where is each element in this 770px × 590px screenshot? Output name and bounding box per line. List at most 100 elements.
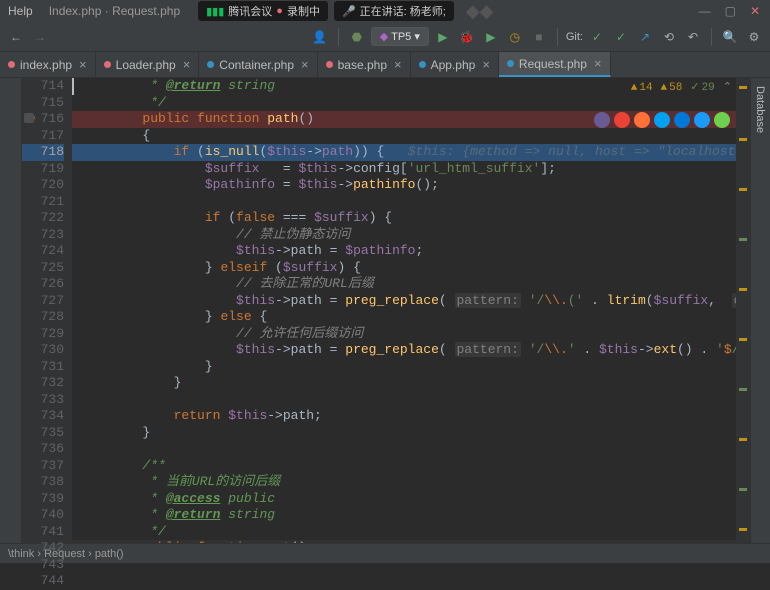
browser-icon[interactable] — [594, 112, 610, 128]
line-gutter[interactable]: 714715✎716717718719720721722723724725726… — [22, 78, 72, 543]
line-number[interactable]: 731 — [22, 359, 64, 376]
stripe-mark[interactable] — [739, 488, 747, 491]
stripe-mark[interactable] — [739, 528, 747, 531]
close-icon[interactable]: × — [594, 56, 602, 71]
ok-count[interactable]: ✓ 29 — [690, 80, 714, 97]
line-number[interactable]: 725 — [22, 260, 64, 277]
tab-App-php[interactable]: App.php× — [411, 52, 499, 77]
inspection-badges[interactable]: ▲ 14 ▲ 58 ✓ 29 ⌃ — [631, 80, 732, 97]
stripe-mark[interactable] — [739, 438, 747, 441]
warn-count[interactable]: ▲ 58 — [661, 80, 683, 97]
git-commit-icon[interactable]: ✓ — [587, 27, 607, 47]
line-number[interactable]: 742 — [22, 540, 64, 557]
git-history-icon[interactable]: ⟲ — [659, 27, 679, 47]
line-number[interactable]: 723 — [22, 227, 64, 244]
code-line[interactable]: } — [72, 425, 736, 442]
run-config-select[interactable]: ◆ TP5 ▾ — [371, 27, 429, 46]
line-number[interactable]: 717 — [22, 128, 64, 145]
close-icon[interactable]: × — [183, 57, 191, 72]
stripe-mark[interactable] — [739, 338, 747, 341]
code-line[interactable] — [72, 441, 736, 458]
git-update-icon[interactable]: ↗ — [635, 27, 655, 47]
tab-index-php[interactable]: index.php× — [0, 52, 96, 77]
code-line[interactable]: // 允许任何后缀访问 — [72, 326, 736, 343]
code-line[interactable]: // 去除正常的URL后缀 — [72, 276, 736, 293]
error-count[interactable]: ▲ 14 — [631, 80, 653, 97]
debug-icon[interactable]: 🐞 — [457, 27, 477, 47]
code-line[interactable]: $suffix = $this->config['url_html_suffix… — [72, 161, 736, 178]
code-line[interactable]: $this->path = $pathinfo; — [72, 243, 736, 260]
code-line[interactable]: $pathinfo = $this->pathinfo(); — [72, 177, 736, 194]
left-tool-stripe[interactable] — [0, 78, 22, 543]
code-line[interactable]: if (is_null($this->path)) { $this: {meth… — [72, 144, 736, 161]
line-number[interactable]: 714 — [22, 78, 64, 95]
line-number[interactable]: 724 — [22, 243, 64, 260]
line-number[interactable]: ✎716 — [22, 111, 64, 128]
line-number[interactable]: 726 — [22, 276, 64, 293]
line-number[interactable]: 718 — [22, 144, 64, 161]
line-number[interactable]: 715 — [22, 95, 64, 112]
project-tool-button[interactable] — [0, 78, 8, 94]
line-number[interactable]: 728 — [22, 309, 64, 326]
expand-icon[interactable]: ⌃ — [723, 80, 732, 97]
code-line[interactable]: * 当前URL的访问后缀 — [72, 474, 736, 491]
code-line[interactable]: public function ext() — [72, 540, 736, 543]
code-editor[interactable]: ▲ 14 ▲ 58 ✓ 29 ⌃ * @return string */ pub… — [72, 78, 736, 543]
stripe-mark[interactable] — [739, 388, 747, 391]
maximize-icon[interactable]: ▢ — [725, 4, 736, 18]
settings-icon[interactable]: ⚙ — [744, 27, 764, 47]
code-line[interactable]: return $this->path; — [72, 408, 736, 425]
stripe-mark[interactable] — [739, 188, 747, 191]
run-icon[interactable]: ▶ — [433, 27, 453, 47]
line-number[interactable]: 737 — [22, 458, 64, 475]
browser-icon[interactable] — [614, 112, 630, 128]
browser-icons[interactable] — [594, 112, 730, 128]
line-number[interactable]: 739 — [22, 491, 64, 508]
browser-icon[interactable] — [694, 112, 710, 128]
line-number[interactable]: 730 — [22, 342, 64, 359]
close-icon[interactable]: × — [394, 57, 402, 72]
line-number[interactable]: 732 — [22, 375, 64, 392]
code-line[interactable] — [72, 392, 736, 409]
code-line[interactable]: } elseif ($suffix) { — [72, 260, 736, 277]
line-number[interactable]: 736 — [22, 441, 64, 458]
code-line[interactable] — [72, 194, 736, 211]
back-icon[interactable]: ← — [6, 27, 26, 47]
line-number[interactable]: 729 — [22, 326, 64, 343]
close-icon[interactable]: ✕ — [750, 4, 760, 18]
menu-help[interactable]: Help — [0, 4, 41, 18]
code-line[interactable]: { — [72, 128, 736, 145]
browser-icon[interactable] — [654, 112, 670, 128]
stripe-mark[interactable] — [739, 138, 747, 141]
forward-icon[interactable]: → — [30, 27, 50, 47]
code-line[interactable]: * @return string — [72, 507, 736, 524]
line-number[interactable]: 722 — [22, 210, 64, 227]
line-number[interactable]: 743 — [22, 557, 64, 574]
user-icon[interactable]: 👤 — [310, 27, 330, 47]
code-line[interactable]: $this->path = preg_replace( pattern: '/\… — [72, 293, 736, 310]
git-revert-icon[interactable]: ↶ — [683, 27, 703, 47]
line-number[interactable]: 734 — [22, 408, 64, 425]
tab-Request-php[interactable]: Request.php× — [499, 52, 611, 77]
line-number[interactable]: 741 — [22, 524, 64, 541]
close-icon[interactable]: × — [79, 57, 87, 72]
code-line[interactable]: } else { — [72, 309, 736, 326]
code-line[interactable]: */ — [72, 95, 736, 112]
tab-base-php[interactable]: base.php× — [318, 52, 411, 77]
build-icon[interactable]: ⬣ — [347, 27, 367, 47]
line-number[interactable]: 744 — [22, 573, 64, 590]
line-number[interactable]: 720 — [22, 177, 64, 194]
code-line[interactable]: } — [72, 359, 736, 376]
right-tool-stripe[interactable]: Database — [750, 78, 770, 543]
stop-icon[interactable]: ■ — [529, 27, 549, 47]
close-icon[interactable]: × — [301, 57, 309, 72]
code-line[interactable]: if (false === $suffix) { — [72, 210, 736, 227]
browser-icon[interactable] — [714, 112, 730, 128]
stripe-mark[interactable] — [739, 238, 747, 241]
line-number[interactable]: 733 — [22, 392, 64, 409]
code-line[interactable]: } — [72, 375, 736, 392]
close-icon[interactable]: × — [482, 57, 490, 72]
browser-icon[interactable] — [674, 112, 690, 128]
code-line[interactable]: /** — [72, 458, 736, 475]
line-number[interactable]: 727 — [22, 293, 64, 310]
